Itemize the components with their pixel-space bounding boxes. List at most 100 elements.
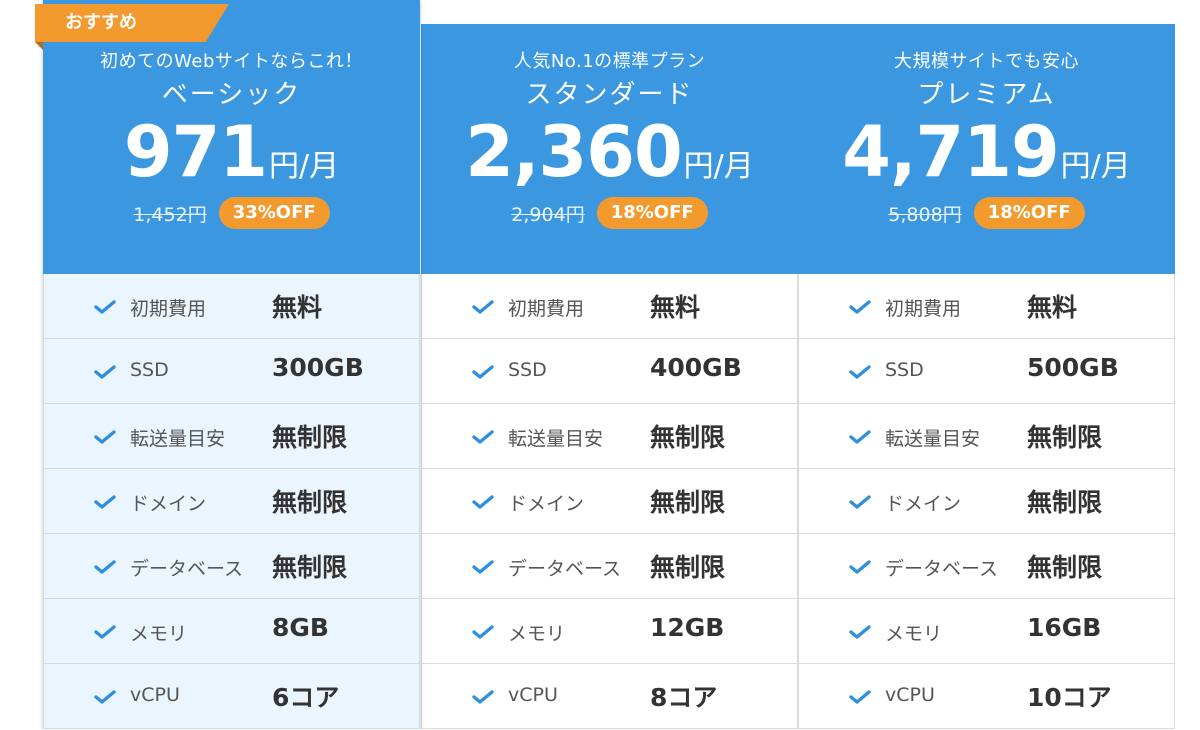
plan-tagline: 初めてのWebサイトならこれ！: [100, 51, 363, 72]
check-icon: [849, 560, 871, 574]
feature-label: vCPU: [508, 684, 558, 706]
check-icon: [472, 300, 494, 314]
feature-row: メモリ 16GB: [799, 599, 1174, 664]
price-row: 971円/月: [43, 114, 420, 190]
check-icon: [849, 690, 871, 704]
feature-label: ドメイン: [885, 493, 962, 515]
feature-value: 8GB: [272, 613, 329, 642]
discount-badge: 18%OFF: [973, 197, 1085, 229]
price-row: 4,719円/月: [798, 114, 1175, 190]
feature-label: 初期費用: [130, 298, 207, 320]
feature-row: vCPU 10コア: [799, 664, 1174, 729]
feature-label: メモリ: [508, 623, 566, 645]
feature-value: 6コア: [272, 683, 340, 712]
plan-name: ベーシック: [161, 80, 302, 110]
feature-row: ドメイン 無制限: [422, 469, 797, 534]
feature-label: 転送量目安: [130, 428, 226, 450]
ribbon-fold: [35, 42, 43, 50]
feature-row: ドメイン 無制限: [44, 469, 419, 534]
feature-label: データベース: [508, 558, 622, 580]
discount-badge: 33%OFF: [218, 197, 330, 229]
feature-label: 転送量目安: [508, 428, 604, 450]
feature-row: 初期費用 無料: [799, 274, 1174, 339]
plan-tagline: 大規模サイトでも安心: [894, 51, 1079, 72]
discount-badge: 18%OFF: [596, 197, 708, 229]
plan-card-basic[interactable]: おすすめ 初めてのWebサイトならこれ！ ベーシック 971円/月 1,452円…: [35, 0, 420, 730]
feature-value: 無制限: [650, 488, 726, 517]
check-icon: [849, 365, 871, 379]
plan-name: スタンダード: [525, 80, 694, 110]
plan-header: 人気No.1の標準プラン スタンダード 2,360円/月 2,904円 18%O…: [421, 24, 798, 274]
check-icon: [94, 365, 116, 379]
feature-value: 無制限: [1027, 488, 1103, 517]
feature-row: vCPU 6コア: [44, 664, 419, 729]
recommended-ribbon: おすすめ: [35, 4, 229, 42]
feature-value: 無料: [272, 293, 323, 322]
feature-label: SSD: [885, 359, 924, 381]
feature-label: データベース: [885, 558, 999, 580]
plan-price: 971: [123, 111, 268, 193]
feature-value: 16GB: [1027, 613, 1102, 642]
feature-value: 無料: [650, 293, 701, 322]
original-price: 1,452円: [133, 203, 207, 226]
plan-card-premium[interactable]: 大規模サイトでも安心 プレミアム 4,719円/月 5,808円 18%OFF …: [798, 24, 1175, 730]
price-unit: 円/月: [1060, 149, 1131, 184]
check-icon: [849, 625, 871, 639]
check-icon: [472, 495, 494, 509]
feature-row: データベース 無制限: [44, 534, 419, 599]
feature-label: ドメイン: [508, 493, 585, 515]
feature-row: 転送量目安 無制限: [422, 404, 797, 469]
price-row: 2,360円/月: [421, 114, 798, 190]
check-icon: [94, 430, 116, 444]
feature-value: 無制限: [650, 553, 726, 582]
feature-label: vCPU: [885, 684, 935, 706]
feature-label: メモリ: [885, 623, 943, 645]
feature-row: 転送量目安 無制限: [44, 404, 419, 469]
check-icon: [472, 625, 494, 639]
check-icon: [849, 430, 871, 444]
feature-list: 初期費用 無料 SSD 400GB 転送量目安 無制限 ドメイン 無制限 データ…: [421, 274, 798, 729]
pricing-plans: おすすめ 初めてのWebサイトならこれ！ ベーシック 971円/月 1,452円…: [0, 0, 1200, 730]
plan-card-standard[interactable]: 人気No.1の標準プラン スタンダード 2,360円/月 2,904円 18%O…: [421, 24, 798, 730]
feature-label: 初期費用: [508, 298, 585, 320]
feature-value: 500GB: [1027, 353, 1119, 382]
feature-row: SSD 300GB: [44, 339, 419, 404]
feature-value: 10コア: [1027, 683, 1112, 712]
discount-row: 2,904円 18%OFF: [421, 196, 798, 230]
feature-row: vCPU 8コア: [422, 664, 797, 729]
feature-label: SSD: [130, 359, 169, 381]
feature-row: データベース 無制限: [422, 534, 797, 599]
check-icon: [94, 625, 116, 639]
check-icon: [94, 495, 116, 509]
feature-label: 初期費用: [885, 298, 962, 320]
feature-label: ドメイン: [130, 493, 207, 515]
feature-row: 初期費用 無料: [44, 274, 419, 339]
feature-row: SSD 400GB: [422, 339, 797, 404]
feature-value: 12GB: [650, 613, 725, 642]
feature-value: 無制限: [1027, 553, 1103, 582]
feature-value: 無料: [1027, 293, 1078, 322]
feature-row: メモリ 8GB: [44, 599, 419, 664]
feature-label: メモリ: [130, 623, 188, 645]
feature-row: 初期費用 無料: [422, 274, 797, 339]
feature-row: メモリ 12GB: [422, 599, 797, 664]
original-price: 2,904円: [511, 203, 585, 226]
check-icon: [472, 365, 494, 379]
feature-value: 8コア: [650, 683, 718, 712]
check-icon: [94, 560, 116, 574]
feature-label: データベース: [130, 558, 244, 580]
feature-value: 無制限: [650, 423, 726, 452]
check-icon: [472, 430, 494, 444]
feature-label: vCPU: [130, 684, 180, 706]
plan-price: 2,360: [465, 111, 682, 193]
feature-value: 400GB: [650, 353, 742, 382]
feature-value: 無制限: [1027, 423, 1103, 452]
check-icon: [472, 560, 494, 574]
discount-row: 5,808円 18%OFF: [798, 196, 1175, 230]
discount-row: 1,452円 33%OFF: [43, 196, 420, 230]
plan-price: 4,719: [842, 111, 1059, 193]
plan-tagline: 人気No.1の標準プラン: [513, 51, 706, 72]
feature-list: 初期費用 無料 SSD 300GB 転送量目安 無制限 ドメイン 無制限 データ…: [43, 274, 420, 729]
feature-value: 300GB: [272, 353, 364, 382]
feature-row: SSD 500GB: [799, 339, 1174, 404]
